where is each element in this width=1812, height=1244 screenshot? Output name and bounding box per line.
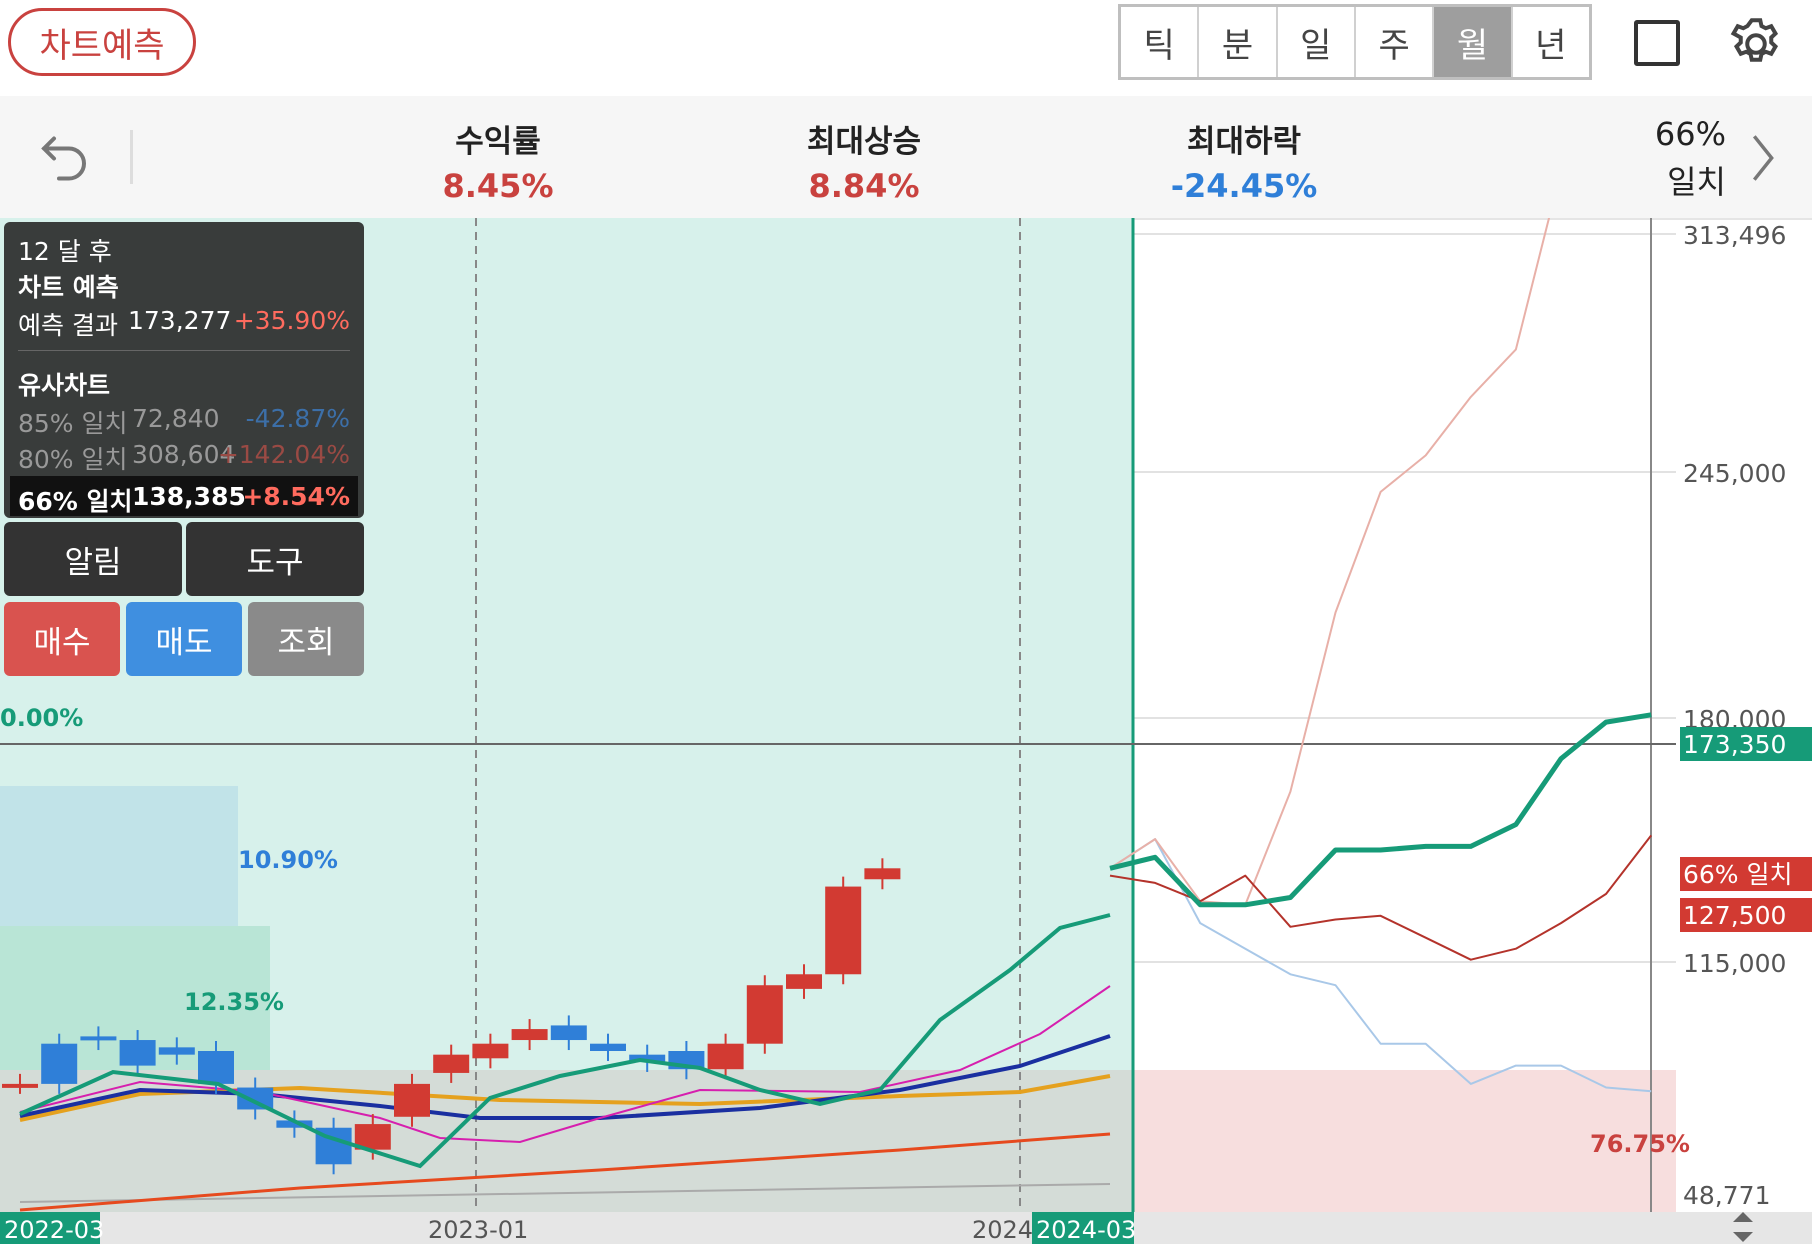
candle [198,1051,234,1084]
x-axis [0,1212,1812,1244]
period-header: 12 달 후 [18,237,112,266]
range-box-10 [0,786,238,926]
stat-max-up-label: 최대상승 [806,124,922,160]
candle [158,1047,195,1055]
range-label-10: 10.90% [238,846,338,874]
period-year[interactable]: 년 [1513,7,1589,77]
fullscreen-square-icon[interactable] [1634,20,1680,66]
stat-max-up-value: 8.84% [808,167,920,205]
down-zone-label: 76.75% [1590,1130,1690,1158]
view-button[interactable]: 조회 [248,602,364,676]
prediction-info-panel: 12 달 후 차트 예측 예측 결과 173,277 +35.90% 유사차트 … [4,222,364,518]
undo-icon[interactable] [34,126,94,186]
chevron-right-icon[interactable] [1748,132,1778,184]
chart-predict-button[interactable]: 차트예측 [8,8,196,76]
stat-max-down: 최대하락 -24.45% [1124,116,1364,205]
match-label: 일치 [1667,163,1726,201]
alert-button[interactable]: 알림 [4,522,182,596]
divider [130,130,133,184]
y-tick-label: 313,496 [1683,221,1786,250]
period-day[interactable]: 일 [1278,7,1356,77]
x-label: 2024-03 [1036,1216,1136,1244]
candle [786,974,822,989]
x-label: 2022-03 [4,1216,104,1244]
buy-button[interactable]: 매수 [4,602,120,676]
period-month[interactable]: 월 [1434,7,1513,77]
forecast-line-similar [1109,838,1652,1093]
top-toolbar: 차트예측 틱 분 일 주 월 년 [0,0,1812,96]
similar-change: +142.04% [217,440,350,469]
similar-value: 138,385 [132,482,246,511]
grid [1133,233,1676,963]
match-indicator[interactable]: 66% 일치 [1620,110,1726,206]
candle [707,1043,744,1070]
period-tick[interactable]: 틱 [1121,7,1200,77]
similar-title: 유사차트 [18,371,111,400]
candle [550,1025,587,1041]
similar-match[interactable]: 80% 일치 [18,440,128,476]
range-label-12: 12.35% [184,988,284,1016]
stat-max-down-label: 최대하락 [1186,124,1302,160]
period-selector: 틱 분 일 주 월 년 [1118,4,1592,80]
current-price-value: 173,350 [1683,730,1786,759]
candle [433,1054,470,1073]
match-percent: 66% [1654,115,1726,153]
stat-max-down-value: -24.45% [1170,167,1318,205]
stat-return-value: 8.45% [442,167,554,205]
result-change: +35.90% [233,306,350,335]
similar-value: 72,840 [132,404,220,433]
period-week[interactable]: 주 [1356,7,1435,77]
candle [41,1043,78,1084]
period-minute[interactable]: 분 [1199,7,1278,77]
forecast-line-similar [1109,218,1551,906]
match-tag-label: 66% 일치 [1683,860,1793,889]
similar-change: -42.87% [245,404,350,433]
candle [80,1036,117,1041]
candle [746,985,783,1044]
y-tick-label: 48,771 [1683,1181,1770,1210]
result-value: 173,277 [128,306,232,335]
panel-title: 차트 예측 [18,273,119,302]
y-tick-label: 115,000 [1683,949,1786,978]
result-label: 예측 결과 [18,311,118,340]
candle [590,1043,626,1052]
candle [119,1040,156,1066]
candle [825,886,862,975]
stat-return: 수익률 8.45% [378,116,618,205]
gear-icon[interactable] [1726,14,1786,74]
stat-max-up: 최대상승 8.84% [744,116,984,205]
tools-button[interactable]: 도구 [186,522,364,596]
candle [864,868,901,880]
similar-match[interactable]: 85% 일치 [18,404,128,440]
stat-return-label: 수익률 [455,124,541,160]
match-price-value: 127,500 [1683,901,1786,930]
prediction-stats-bar: 수익률 8.45% 최대상승 8.84% 최대하락 -24.45% 66% 일치 [0,96,1812,220]
y-tick-label: 245,000 [1683,459,1786,488]
sell-button[interactable]: 매도 [126,602,242,676]
x-label: 2024 [972,1216,1033,1244]
zero-percent-label: 0.00% [0,704,83,732]
x-label: 2023-01 [428,1216,528,1244]
similar-change: +8.54% [242,482,350,511]
divider [18,350,350,351]
candle [511,1029,548,1041]
candle [394,1083,430,1117]
candle [2,1083,38,1088]
similar-match[interactable]: 66% 일치 [18,482,133,518]
candle [472,1043,509,1059]
